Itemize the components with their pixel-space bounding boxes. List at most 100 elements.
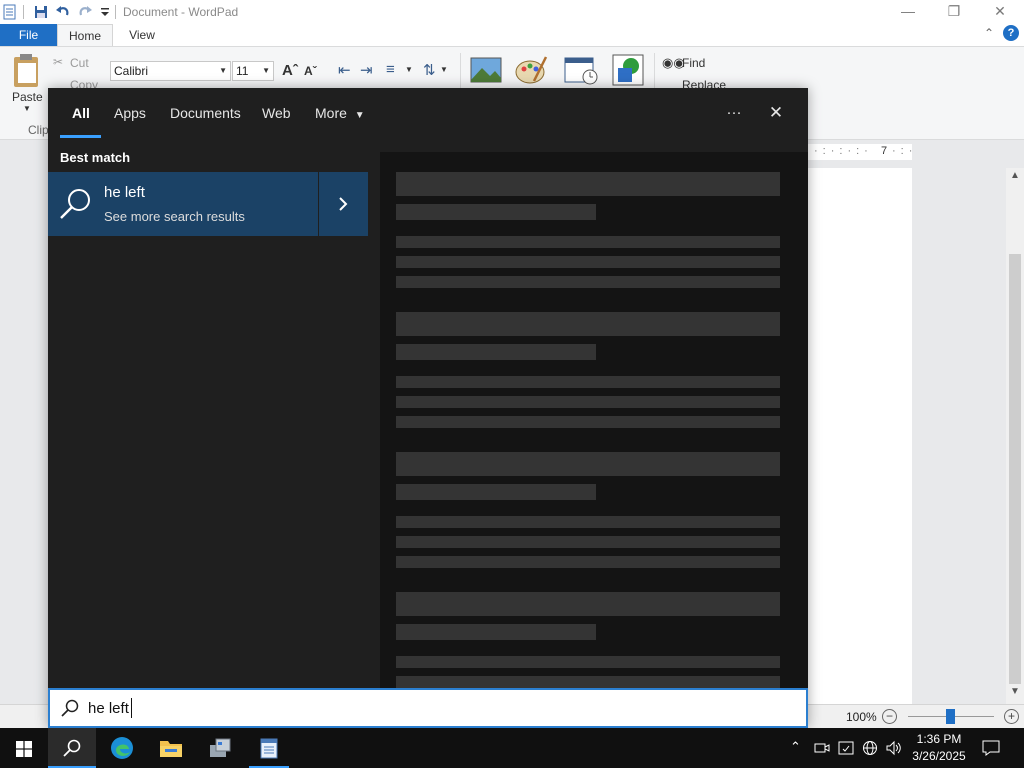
loading-placeholder [396,624,596,640]
start-button[interactable] [0,728,48,768]
increase-indent-icon[interactable]: ⇥ [360,61,373,79]
redo-icon[interactable] [77,4,93,20]
close-window-button[interactable]: ✕ [977,0,1023,24]
security-icon[interactable] [838,740,854,756]
search-input[interactable]: he left [48,688,808,728]
tab-file[interactable]: File [0,24,57,46]
loading-placeholder [396,276,780,288]
document-page[interactable] [808,168,912,704]
tab-web[interactable]: Web [262,105,291,121]
tab-view[interactable]: View [117,24,167,46]
clipboard-group-label: Clip [28,123,49,137]
search-icon [61,699,79,717]
loading-placeholder [396,484,596,500]
zoom-level: 100% [846,710,877,724]
paint-drawing-icon[interactable] [514,55,548,85]
scrollbar-thumb[interactable] [1009,254,1021,684]
edge-browser-icon [111,737,133,759]
loading-placeholder [396,344,596,360]
loading-placeholder [396,452,780,476]
vertical-scrollbar[interactable]: ▲ ▼ [1006,168,1024,704]
loading-placeholder [396,312,780,336]
close-search-icon[interactable]: ✕ [758,100,794,126]
help-icon[interactable]: ? [1003,25,1019,41]
grow-font-icon[interactable]: Aˆ [282,62,298,79]
collapse-ribbon-icon[interactable]: ⌃ [984,26,994,40]
line-spacing-dropdown-icon[interactable]: ▼ [440,65,448,74]
tab-home[interactable]: Home [57,24,113,46]
tab-documents[interactable]: Documents [170,105,241,121]
clock-time[interactable]: 1:36 PM [908,732,970,746]
result-subtitle: See more search results [104,209,245,224]
taskbar-app[interactable] [196,728,244,768]
meet-now-icon[interactable] [814,740,830,756]
loading-placeholder [396,676,780,688]
line-spacing-icon[interactable]: ⇅ [423,61,436,79]
bullet-list-dropdown-icon[interactable]: ▼ [405,65,413,74]
restore-button[interactable]: ❐ [931,0,977,24]
taskbar-search-button[interactable] [48,728,96,768]
chevron-down-icon: ▼ [354,110,365,121]
tab-apps[interactable]: Apps [114,105,146,121]
show-hidden-icons-icon[interactable]: ⌃ [790,739,801,755]
scroll-up-icon[interactable]: ▲ [1010,170,1020,181]
volume-icon[interactable] [886,740,902,756]
loading-placeholder [396,396,780,408]
notifications-icon[interactable] [982,739,1000,757]
loading-placeholder [396,656,780,668]
search-panel: All Apps Documents Web More ▼ ··· ✕ Best… [48,88,808,728]
active-tab-indicator [60,135,101,138]
shrink-font-icon[interactable]: Aˇ [304,64,317,78]
minimize-button[interactable]: — [885,0,931,24]
windows-logo-icon [16,741,32,757]
best-match-result[interactable]: he left See more search results [48,172,318,236]
zoom-out-button[interactable]: − [882,709,897,724]
cut-button[interactable]: Cut [70,56,89,70]
tab-more-label: More [315,105,347,121]
customize-qat-icon[interactable] [97,4,113,20]
more-options-icon[interactable]: ··· [716,100,752,126]
paste-button[interactable]: Paste [12,90,43,104]
font-family-select[interactable]: Calibri ▼ [110,61,231,81]
open-result-preview-button[interactable] [319,172,368,236]
undo-icon[interactable] [55,4,71,20]
network-globe-icon[interactable] [862,740,878,756]
zoom-in-button[interactable]: + [1004,709,1019,724]
result-preview-loading [380,152,808,688]
loading-placeholder [396,592,780,616]
ruler-number: 7 [881,145,888,157]
font-size-select[interactable]: 11 ▼ [232,61,274,81]
picture-icon[interactable] [470,56,502,84]
taskbar-wordpad[interactable] [245,728,293,768]
loading-placeholder [396,172,780,196]
loading-placeholder [396,536,780,548]
find-button[interactable]: Find [682,56,705,70]
loading-placeholder [396,556,780,568]
taskbar-edge[interactable] [98,728,146,768]
save-icon[interactable] [33,4,49,20]
font-family-value: Calibri [114,64,149,78]
bullet-list-icon[interactable]: ≡ [386,61,395,78]
chevron-right-icon [339,197,348,211]
search-icon [63,739,81,757]
date-time-icon[interactable] [564,55,598,85]
wordpad-title-bar: Document - WordPad — ❐ ✕ [0,0,1024,24]
paste-icon[interactable] [12,53,42,89]
loading-placeholder [396,236,780,248]
clock-date[interactable]: 3/26/2025 [908,749,970,763]
decrease-indent-icon[interactable]: ⇤ [338,61,351,79]
cut-icon: ✂ [53,55,64,69]
insert-object-icon[interactable] [612,54,644,86]
tab-all[interactable]: All [72,105,90,121]
chevron-down-icon: ▼ [219,66,227,75]
taskbar-file-explorer[interactable] [147,728,195,768]
scroll-down-icon[interactable]: ▼ [1010,686,1020,697]
tab-more[interactable]: More ▼ [315,105,365,121]
taskbar: ⌃ 1:36 PM 3/26/2025 [0,728,1024,768]
loading-placeholder [396,516,780,528]
search-tabs: All Apps Documents Web More ▼ ··· ✕ [48,88,808,140]
ruler: ·:·:·:· 7 ·:· [808,144,912,160]
search-results-list: Best match he left See more search resul… [48,140,380,688]
zoom-slider-thumb[interactable] [946,709,955,724]
paste-dropdown-icon[interactable]: ▼ [23,104,31,113]
